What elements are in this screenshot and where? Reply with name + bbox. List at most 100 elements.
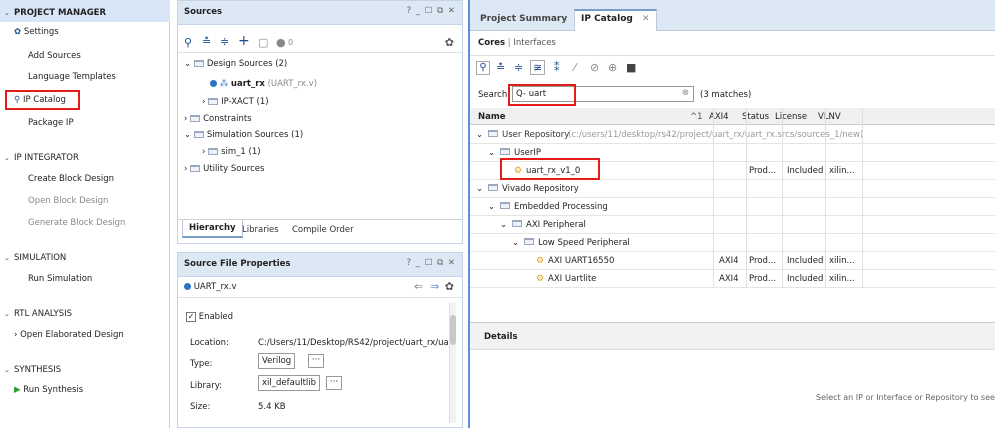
details-hint: Select an IP or Interface or Repository … [816, 393, 995, 402]
tree-sim-1[interactable]: › sim_1 (1) [202, 147, 261, 157]
properties-icon[interactable]: ▢ [258, 36, 268, 49]
sources-panel: Sources ? _ ☐ ⧉ ✕ ⚲ ≛ ≑ + ▢ ● 0 ✿ ⌄ Desi… [177, 0, 463, 244]
add-icon[interactable]: + [238, 33, 250, 49]
location-label: Location: [190, 338, 229, 348]
nav-open-elaborated-design[interactable]: › Open Elaborated Design [14, 330, 124, 340]
repository-icon[interactable]: ■ [626, 61, 636, 74]
table-row[interactable]: ⌄ AXI Peripheral [470, 216, 995, 234]
table-header: Name ^1 AXI4 Status License VLNV [470, 108, 995, 125]
checkbox-checked-icon: ✓ [186, 312, 196, 322]
tab-project-summary[interactable]: Project Summary ✕ [474, 10, 590, 28]
type-edit-button[interactable]: ··· [308, 354, 324, 368]
column-vlnv[interactable]: VLNV [818, 112, 841, 122]
library-edit-button[interactable]: ··· [326, 376, 342, 390]
chevron-down-icon: ⌄ [476, 184, 484, 194]
properties-scrollbar[interactable] [449, 303, 456, 423]
chevron-right-icon: › [184, 164, 188, 174]
nav-open-block-design[interactable]: Open Block Design [28, 196, 108, 206]
chevron-down-icon: ⌄ [184, 130, 192, 140]
nav-generate-block-design[interactable]: Generate Block Design [28, 218, 125, 228]
scrollbar-thumb[interactable] [450, 315, 456, 345]
folder-icon [524, 238, 534, 245]
forward-arrow-icon[interactable]: ⇒ [430, 280, 439, 293]
settings-icon[interactable]: ⊕ [608, 61, 617, 74]
close-icon[interactable]: ✕ [642, 14, 650, 24]
table-row[interactable]: ⚙ AXI UART16550 AXI4 Prod... Included xi… [470, 252, 995, 270]
nav-run-synthesis[interactable]: ▶ Run Synthesis [14, 385, 83, 395]
tab-compile-order[interactable]: Compile Order [286, 221, 360, 239]
nav-settings[interactable]: ✿ Settings [14, 27, 59, 37]
section-ip-integrator[interactable]: ⌄ IP INTEGRATOR [4, 153, 79, 163]
nav-run-simulation[interactable]: Run Simulation [28, 274, 92, 284]
type-value: Verilog [258, 353, 296, 369]
folder-icon [488, 184, 498, 191]
table-row[interactable]: ⌄ Vivado Repository [470, 180, 995, 198]
tab-hierarchy[interactable]: Hierarchy [182, 220, 243, 238]
size-value: 5.4 KB [258, 402, 286, 412]
clear-icon[interactable]: ⊗ [682, 88, 689, 98]
subtab-cores[interactable]: Cores [478, 38, 505, 48]
location-value: C:/Users/11/Desktop/RS42/project/uart_rx… [258, 338, 448, 348]
table-row[interactable]: ⌄ User Repository (c:/users/11/desktop/r… [470, 126, 995, 144]
nav-create-block-design[interactable]: Create Block Design [28, 174, 114, 184]
chevron-right-icon: › [184, 114, 188, 124]
subtab-interfaces[interactable]: Interfaces [513, 38, 555, 48]
collapse-all-icon[interactable]: ≛ [202, 35, 211, 48]
gear-icon[interactable]: ✿ [445, 36, 454, 49]
library-value: xil_defaultlib [258, 375, 321, 391]
column-divider [862, 108, 863, 288]
chevron-down-icon: ⌄ [500, 220, 508, 230]
back-arrow-icon[interactable]: ⇐ [414, 280, 423, 293]
sources-tabs: Hierarchy Libraries Compile Order [178, 220, 462, 242]
warning-icon: ● [276, 36, 286, 49]
section-rtl-analysis[interactable]: ⌄ RTL ANALYSIS [4, 309, 72, 319]
column-axi4[interactable]: AXI4 [709, 112, 729, 122]
collapse-all-icon[interactable]: ≛ [496, 61, 505, 74]
group-by-icon[interactable]: ≆ [530, 60, 546, 75]
nav-language-templates[interactable]: Language Templates [28, 72, 116, 82]
table-row[interactable]: ⌄ Embedded Processing [470, 198, 995, 216]
divider [178, 52, 462, 53]
editor-tab-bar: Project Summary ✕ IP Catalog ✕ [470, 0, 995, 31]
panel-window-controls[interactable]: ? _ ☐ ⧉ ✕ [407, 6, 456, 16]
tree-ip-xact[interactable]: › IP-XACT (1) [202, 97, 269, 107]
folder-icon [208, 148, 219, 155]
table-row[interactable]: ⚙ AXI Uartlite AXI4 Prod... Included xil… [470, 270, 995, 288]
chevron-down-icon: ⌄ [512, 238, 520, 248]
hierarchy-icon[interactable]: ⁑ [554, 61, 560, 74]
section-project-manager[interactable]: ⌄ PROJECT MANAGER [4, 8, 106, 18]
gear-icon[interactable]: ✿ [445, 280, 454, 293]
nav-add-sources[interactable]: Add Sources [28, 51, 81, 61]
tree-simulation-sources[interactable]: ⌄ Simulation Sources (1) [184, 130, 303, 140]
column-divider [713, 108, 714, 288]
nav-package-ip[interactable]: Package IP [28, 118, 74, 128]
subtab-separator: | [507, 38, 511, 48]
tree-utility-sources[interactable]: › Utility Sources [184, 164, 264, 174]
column-name[interactable]: Name [478, 112, 505, 122]
expand-all-icon[interactable]: ≑ [514, 61, 523, 74]
section-simulation[interactable]: ⌄ SIMULATION [4, 253, 66, 263]
tab-libraries[interactable]: Libraries [236, 221, 285, 239]
enabled-checkbox[interactable]: ✓ Enabled [186, 312, 233, 322]
panel-window-controls[interactable]: ? _ ☐ ⧉ ✕ [407, 258, 456, 268]
table-row[interactable]: ⌄ Low Speed Peripheral [470, 234, 995, 252]
folder-icon [193, 131, 204, 138]
chevron-down-icon: ⌄ [4, 366, 10, 374]
link-icon[interactable]: ⊘ [590, 61, 599, 74]
divider [178, 297, 462, 298]
folder-icon [190, 165, 201, 172]
search-icon[interactable]: ⚲ [184, 36, 192, 49]
tab-ip-catalog[interactable]: IP Catalog ✕ [574, 9, 657, 31]
customize-icon[interactable]: ⁄ [574, 61, 576, 74]
section-synthesis[interactable]: ⌄ SYNTHESIS [4, 365, 61, 375]
properties-file: UART_rx.v [184, 282, 237, 292]
source-file-properties-panel: Source File Properties ? _ ☐ ⧉ ✕ UART_rx… [177, 252, 463, 428]
expand-all-icon[interactable]: ≑ [220, 35, 229, 48]
tree-top-module[interactable]: ⁂ uart_rx (UART_rx.v) [210, 79, 317, 89]
column-license[interactable]: License [775, 112, 807, 122]
ip-catalog-window: Project Summary ✕ IP Catalog ✕ Cores | I… [468, 0, 995, 428]
ip-core-icon: ⚙ [536, 274, 545, 284]
search-icon[interactable]: ⚲ [476, 61, 490, 75]
tree-constraints[interactable]: › Constraints [184, 114, 252, 124]
tree-design-sources[interactable]: ⌄ Design Sources (2) [184, 59, 287, 69]
